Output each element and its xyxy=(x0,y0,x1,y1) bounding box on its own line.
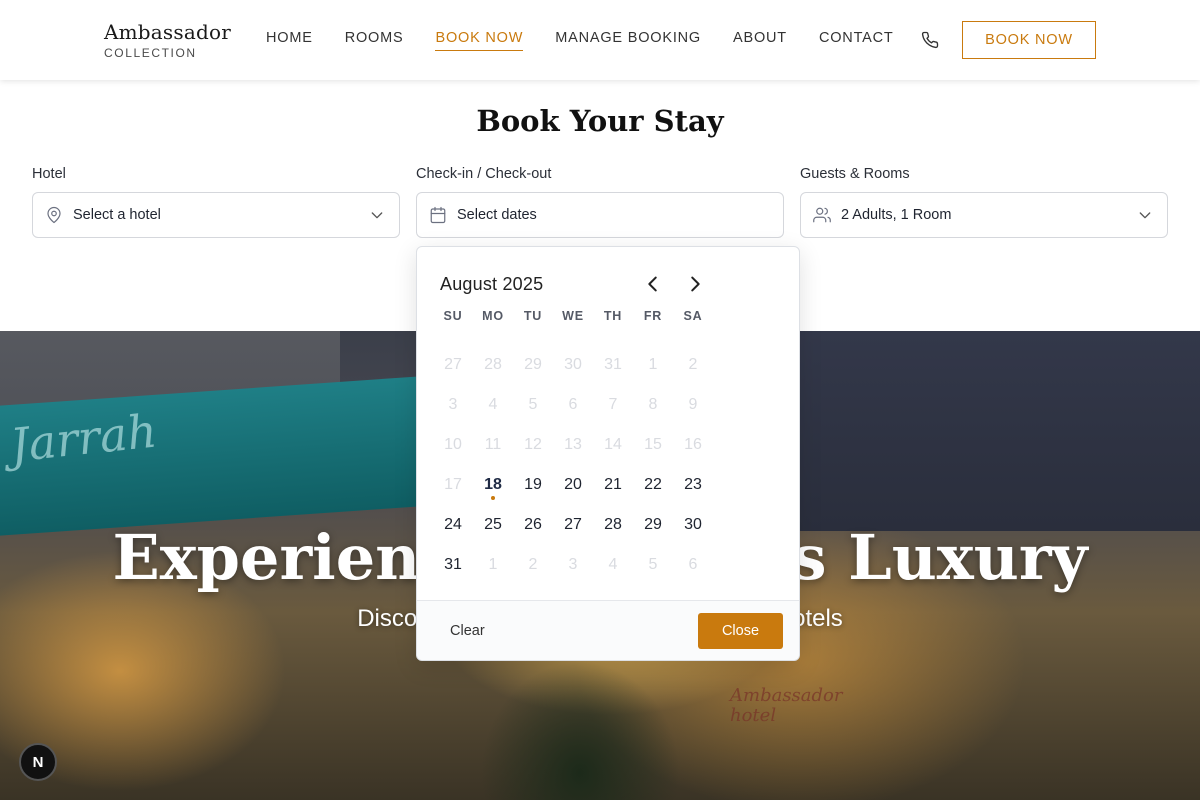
hotel-select-value: Select a hotel xyxy=(73,207,161,223)
calendar-day-disabled: 13 xyxy=(564,436,582,453)
brand-name: Ambassador xyxy=(104,20,231,44)
weekday-label: FR xyxy=(643,309,663,323)
weekday-label: SA xyxy=(683,309,703,323)
calendar-day[interactable]: 25 xyxy=(473,505,513,545)
calendar-day-disabled: 9 xyxy=(688,396,698,413)
calendar-week-row: 10 11 12 13 14 15 16 xyxy=(433,425,713,465)
calendar-week-row: 17 18 19 20 21 22 23 xyxy=(433,465,713,505)
hero-hotel-sign: Ambassador hotel xyxy=(730,686,843,726)
calendar-day-disabled: 10 xyxy=(444,436,462,453)
calendar-week-row: 24 25 26 27 28 29 30 xyxy=(433,505,713,545)
calendar-day-disabled: 7 xyxy=(608,396,618,413)
calendar-day-disabled: 16 xyxy=(684,436,702,453)
guests-select[interactable]: 2 Adults, 1 Room xyxy=(800,192,1168,238)
hero-building xyxy=(800,331,1200,531)
calendar-day-outside: 3 xyxy=(568,556,578,573)
weekday-label: SU xyxy=(443,309,463,323)
calendar-day[interactable]: 22 xyxy=(633,465,673,505)
calendar-day[interactable]: 31 xyxy=(433,545,473,585)
guests-select-value: 2 Adults, 1 Room xyxy=(841,207,952,223)
calendar-day-disabled: 27 xyxy=(444,356,462,373)
calendar-day[interactable]: 30 xyxy=(673,505,713,545)
calendar-day[interactable]: 26 xyxy=(513,505,553,545)
calendar-week-row: 3 4 5 6 7 8 9 xyxy=(433,385,713,425)
calendar-day-disabled: 15 xyxy=(644,436,662,453)
chevron-right-icon[interactable] xyxy=(684,273,706,295)
calendar-day-disabled: 31 xyxy=(604,356,622,373)
nav-about[interactable]: ABOUT xyxy=(733,30,787,51)
calendar-day-disabled: 29 xyxy=(524,356,542,373)
hotel-select[interactable]: Select a hotel xyxy=(32,192,400,238)
brand-subtitle: COLLECTION xyxy=(104,46,197,60)
calendar-day-outside: 6 xyxy=(688,556,698,573)
weekday-label: WE xyxy=(562,309,584,323)
nav-book-now[interactable]: BOOK NOW xyxy=(435,30,524,51)
calendar-day-disabled: 30 xyxy=(564,356,582,373)
calendar-month-label: August 2025 xyxy=(440,274,544,294)
calendar-day-disabled: 4 xyxy=(488,396,498,413)
site-header: Ambassador COLLECTION HOME ROOMS BOOK NO… xyxy=(0,0,1200,80)
calendar-day-disabled: 11 xyxy=(484,436,502,453)
hero-sign-line1: Ambassador xyxy=(730,685,843,706)
calendar-week-row: 31 1 2 3 4 5 6 xyxy=(433,545,713,585)
calendar-footer: Clear Close xyxy=(417,600,799,660)
calendar-day-disabled: 28 xyxy=(484,356,502,373)
weekday-label: TH xyxy=(603,309,623,323)
dev-tools-badge-label: N xyxy=(32,753,44,771)
main-nav: HOME ROOMS BOOK NOW MANAGE BOOKING ABOUT… xyxy=(266,30,926,51)
calendar-day[interactable]: 29 xyxy=(633,505,673,545)
calendar-day[interactable]: 20 xyxy=(553,465,593,505)
calendar-day-disabled: 8 xyxy=(648,396,658,413)
calendar-close-button[interactable]: Close xyxy=(698,613,783,649)
guests-label: Guests & Rooms xyxy=(800,166,910,182)
dates-label: Check-in / Check-out xyxy=(416,166,552,182)
calendar-weekday-row: SU MO TU WE TH FR SA xyxy=(433,309,713,329)
phone-icon[interactable] xyxy=(921,31,939,49)
weekday-label: TU xyxy=(523,309,543,323)
calendar-day-disabled: 17 xyxy=(444,476,462,493)
chevron-down-icon xyxy=(1139,212,1151,219)
chevron-down-icon xyxy=(371,212,383,219)
nav-home[interactable]: HOME xyxy=(266,30,313,51)
calendar-day-disabled: 12 xyxy=(524,436,542,453)
hero-sign-line2: hotel xyxy=(730,705,777,726)
calendar-icon xyxy=(430,206,446,224)
calendar-day[interactable]: 21 xyxy=(593,465,633,505)
users-icon xyxy=(813,207,831,223)
calendar-day-disabled: 3 xyxy=(448,396,458,413)
calendar-week-row: 27 28 29 30 31 1 2 xyxy=(433,345,713,385)
calendar-day-outside: 1 xyxy=(488,556,498,573)
calendar-day-outside: 5 xyxy=(648,556,658,573)
calendar-day-disabled: 2 xyxy=(688,356,698,373)
hero-palms xyxy=(480,661,680,800)
calendar-day[interactable]: 19 xyxy=(513,465,553,505)
date-picker-popup: August 2025 SU MO TU WE TH FR SA 27 28 2… xyxy=(416,246,800,661)
nav-contact[interactable]: CONTACT xyxy=(819,30,894,51)
nav-rooms[interactable]: ROOMS xyxy=(345,30,404,51)
map-pin-icon xyxy=(47,206,61,224)
dates-input-value: Select dates xyxy=(457,207,537,223)
weekday-label: MO xyxy=(482,309,504,323)
calendar-day[interactable]: 24 xyxy=(433,505,473,545)
calendar-day-outside: 2 xyxy=(528,556,538,573)
calendar-grid: SU MO TU WE TH FR SA 27 28 29 30 31 1 2 … xyxy=(433,309,713,585)
calendar-day-disabled: 5 xyxy=(528,396,538,413)
calendar-day-today[interactable]: 18 xyxy=(473,465,513,505)
calendar-day-disabled: 14 xyxy=(604,436,622,453)
calendar-day-disabled: 1 xyxy=(648,356,658,373)
calendar-day-disabled: 6 xyxy=(568,396,578,413)
calendar-day[interactable]: 27 xyxy=(553,505,593,545)
header-book-now-button[interactable]: BOOK NOW xyxy=(962,21,1096,59)
calendar-clear-button[interactable]: Clear xyxy=(450,623,485,639)
calendar-day[interactable]: 23 xyxy=(673,465,713,505)
page-title: Book Your Stay xyxy=(476,104,724,138)
nav-manage-booking[interactable]: MANAGE BOOKING xyxy=(555,30,701,51)
calendar-day-outside: 4 xyxy=(608,556,618,573)
chevron-left-icon[interactable] xyxy=(642,273,664,295)
dev-tools-badge[interactable]: N xyxy=(19,743,57,781)
calendar-day[interactable]: 28 xyxy=(593,505,633,545)
brand-logo[interactable]: Ambassador COLLECTION xyxy=(104,20,231,60)
dates-input[interactable]: Select dates xyxy=(416,192,784,238)
hotel-label: Hotel xyxy=(32,166,66,182)
